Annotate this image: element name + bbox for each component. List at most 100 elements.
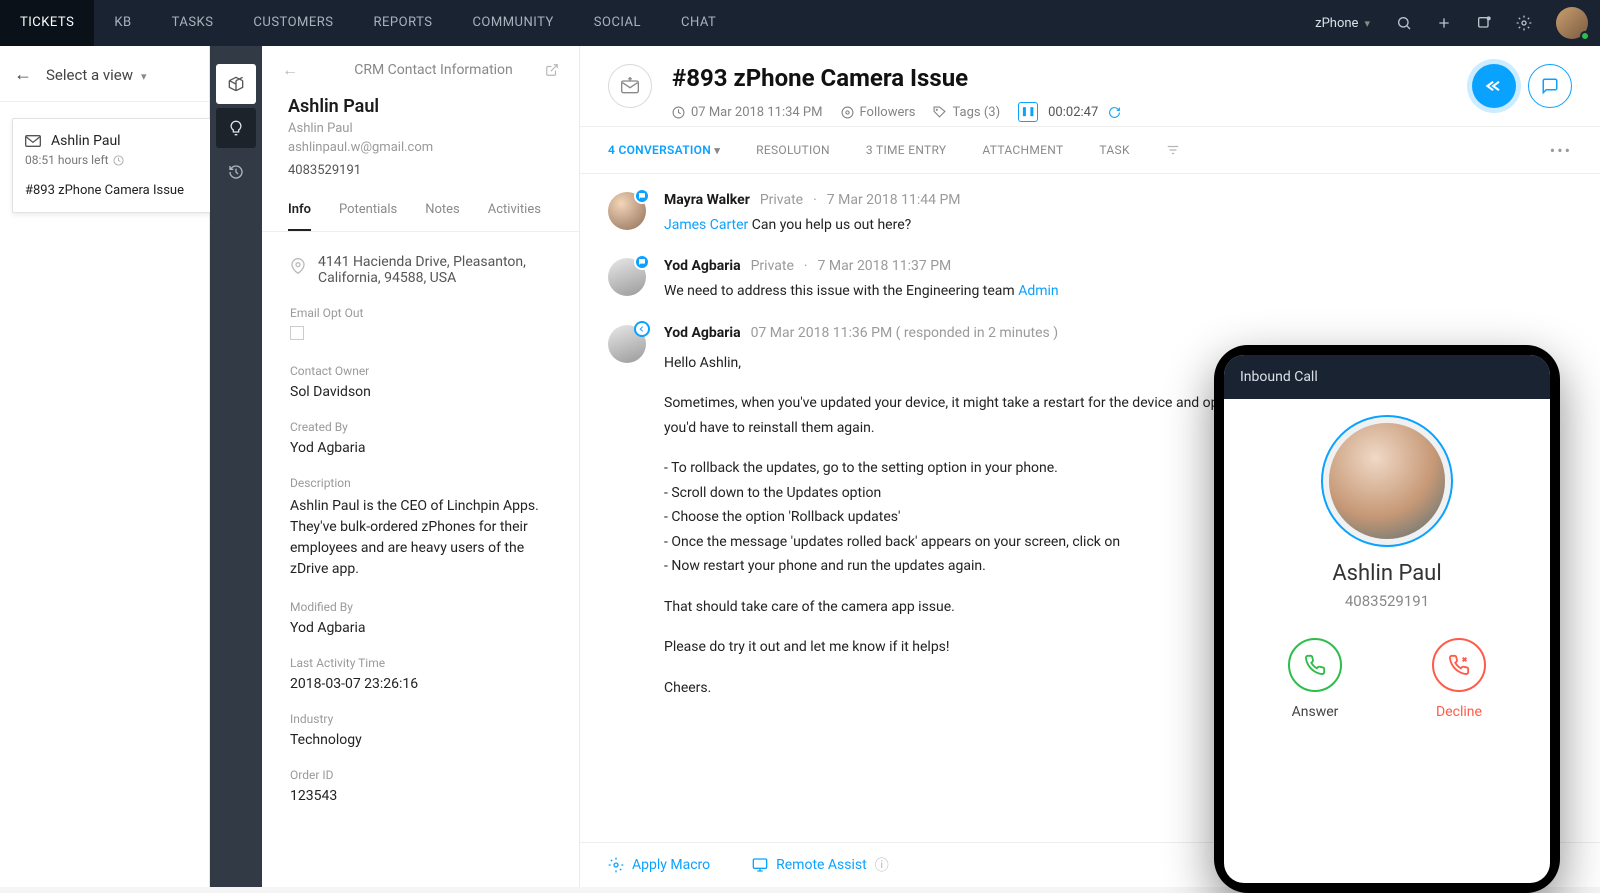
message-text: We need to address this issue with the E…	[664, 283, 1018, 299]
last-activity-value: 2018-03-07 23:26:16	[290, 676, 551, 692]
ticket-card-title: #893 zPhone Camera Issue	[25, 183, 198, 198]
eye-icon	[841, 106, 854, 119]
phone-icon	[1304, 654, 1326, 676]
crm-tab-potentials[interactable]: Potentials	[339, 192, 397, 231]
notification-icon[interactable]	[1464, 0, 1504, 46]
pin-icon	[290, 256, 306, 286]
ticket-card[interactable]: Ashlin Paul 08:51 hours left #893 zPhone…	[12, 118, 211, 213]
caller-number: 4083529191	[1345, 592, 1429, 610]
ticket-card-hours: 08:51 hours left	[25, 153, 109, 167]
reply-button[interactable]	[1472, 64, 1516, 108]
email-opt-out-checkbox[interactable]	[290, 326, 304, 340]
decline-button[interactable]: Decline	[1432, 638, 1486, 720]
comment-button[interactable]	[1528, 64, 1572, 108]
tab-attachment[interactable]: ATTACHMENT	[982, 127, 1063, 173]
ticket-title: #893 zPhone Camera Issue	[672, 64, 1452, 92]
created-by-value: Yod Agbaria	[290, 440, 551, 456]
nav-tickets[interactable]: TICKETS	[0, 0, 94, 46]
crm-tab-activities[interactable]: Activities	[488, 192, 541, 231]
ticket-followers[interactable]: Followers	[841, 105, 916, 120]
crm-contact-phone: 4083529191	[288, 163, 553, 178]
crm-contact-email: ashlinpaul.w@gmail.com	[288, 140, 553, 155]
gear-icon[interactable]	[1504, 0, 1544, 46]
more-menu[interactable]: •••	[1550, 141, 1572, 160]
user-avatar[interactable]	[1556, 7, 1588, 39]
answer-label: Answer	[1292, 704, 1339, 720]
chevron-down-icon	[1364, 16, 1370, 31]
tag-icon	[933, 106, 946, 119]
search-icon[interactable]	[1384, 0, 1424, 46]
message-date: 7 Mar 2018 11:44 PM	[827, 192, 961, 208]
status-indicator	[1580, 31, 1590, 41]
order-id-value: 123543	[290, 788, 551, 804]
tab-timeentry[interactable]: 3 TIME ENTRY	[866, 127, 946, 173]
view-selector[interactable]: Select a view	[0, 46, 209, 102]
tab-resolution[interactable]: RESOLUTION	[756, 127, 830, 173]
decline-label: Decline	[1436, 704, 1482, 720]
rail-history-icon[interactable]	[216, 152, 256, 192]
crm-tabs: Info Potentials Notes Activities	[262, 192, 579, 232]
crm-tab-notes[interactable]: Notes	[425, 192, 460, 231]
last-activity-label: Last Activity Time	[290, 656, 551, 670]
avatar	[608, 325, 646, 363]
filter-icon[interactable]	[1166, 143, 1180, 157]
pause-button[interactable]: ❚❚	[1018, 102, 1038, 122]
answer-button[interactable]: Answer	[1288, 638, 1342, 720]
view-select-label: Select a view	[46, 66, 133, 84]
contact-owner-value: Sol Davidson	[290, 384, 551, 400]
crm-contact-subname: Ashlin Paul	[288, 121, 553, 136]
caller-photo	[1329, 423, 1445, 539]
nav-community[interactable]: COMMUNITY	[452, 0, 573, 46]
crm-tab-info[interactable]: Info	[288, 192, 311, 231]
nav-kb[interactable]: KB	[94, 0, 151, 46]
ticket-card-name: Ashlin Paul	[51, 133, 121, 149]
avatar	[608, 258, 646, 296]
nav-reports[interactable]: REPORTS	[354, 0, 453, 46]
nav-customers[interactable]: CUSTOMERS	[233, 0, 353, 46]
rail-tag-icon[interactable]	[216, 64, 256, 104]
caller-name: Ashlin Paul	[1332, 561, 1441, 586]
message-item: Yod AgbariaPrivate·7 Mar 2018 11:37 PM W…	[608, 258, 1572, 302]
nav-social[interactable]: SOCIAL	[574, 0, 661, 46]
modified-by-label: Modified By	[290, 600, 551, 614]
apply-macro-button[interactable]: Apply Macro	[608, 855, 710, 875]
clock-icon	[113, 155, 124, 166]
description-value: Ashlin Paul is the CEO of Linchpin Apps.…	[290, 496, 551, 580]
monitor-icon	[752, 857, 768, 873]
message-mention[interactable]: James Carter	[664, 217, 748, 233]
reply-badge-icon	[634, 321, 650, 337]
message-item: Mayra WalkerPrivate·7 Mar 2018 11:44 PM …	[608, 192, 1572, 236]
order-id-label: Order ID	[290, 768, 551, 782]
industry-value: Technology	[290, 732, 551, 748]
back-arrow-icon[interactable]	[14, 64, 32, 85]
description-label: Description	[290, 476, 551, 490]
tab-conversation[interactable]: 4 CONVERSATION	[608, 127, 720, 173]
ticket-timer: ❚❚ 00:02:47	[1018, 102, 1121, 122]
message-date: 7 Mar 2018 11:37 PM	[818, 258, 952, 274]
external-link-icon[interactable]	[545, 63, 559, 77]
rail-lightbulb-icon[interactable]	[216, 108, 256, 148]
message-text: Can you help us out here?	[748, 217, 911, 233]
crm-header-title: CRM Contact Information	[322, 62, 545, 78]
clock-icon	[672, 106, 685, 119]
crm-back-icon[interactable]: ←	[282, 60, 298, 80]
nav-chat[interactable]: CHAT	[661, 0, 736, 46]
info-icon: ⓘ	[875, 855, 889, 875]
refresh-icon[interactable]	[1108, 106, 1121, 119]
add-icon[interactable]	[1424, 0, 1464, 46]
phone-decline-icon	[1448, 654, 1470, 676]
nav-tasks[interactable]: TASKS	[152, 0, 234, 46]
brand-dropdown[interactable]: zPhone	[1301, 16, 1384, 31]
side-rail	[210, 46, 262, 887]
remote-assist-button[interactable]: Remote Assistⓘ	[752, 855, 889, 875]
modified-by-value: Yod Agbaria	[290, 620, 551, 636]
message-privacy: Private	[760, 192, 803, 208]
ticket-datetime: 07 Mar 2018 11:34 PM	[672, 105, 823, 120]
ticket-tags[interactable]: Tags (3)	[933, 105, 1000, 120]
gear-icon	[608, 857, 624, 873]
crm-contact-name: Ashlin Paul	[288, 96, 553, 117]
timer-value: 00:02:47	[1048, 105, 1098, 120]
message-mention[interactable]: Admin	[1018, 283, 1058, 299]
tab-task[interactable]: TASK	[1099, 127, 1129, 173]
top-nav: TICKETS KB TASKS CUSTOMERS REPORTS COMMU…	[0, 0, 1600, 46]
